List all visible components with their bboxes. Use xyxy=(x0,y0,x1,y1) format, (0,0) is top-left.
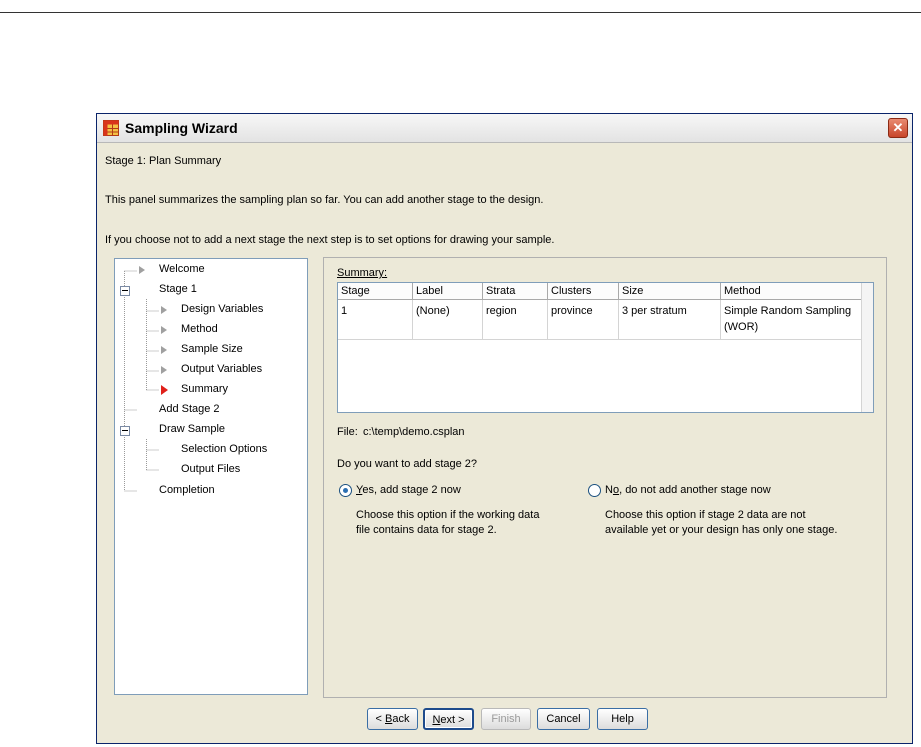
no-help-text: Choose this option if stage 2 data are n… xyxy=(605,509,838,536)
column-header-size[interactable]: Size xyxy=(619,283,721,300)
tree-item-draw-sample[interactable]: Draw Sample xyxy=(159,423,225,435)
close-button[interactable]: ✕ xyxy=(888,118,908,138)
column-header-clusters[interactable]: Clusters xyxy=(548,283,619,300)
back-button[interactable]: < Back xyxy=(367,708,418,730)
cell-label: (None) xyxy=(416,305,450,317)
tree-item-label: Output Variables xyxy=(181,363,263,375)
description-line-1: This panel summarizes the sampling plan … xyxy=(105,194,544,206)
yes-help-text: Choose this option if the working data f… xyxy=(356,509,540,536)
tree-item-selection-options[interactable]: Selection Options xyxy=(181,443,267,455)
cancel-button[interactable]: Cancel xyxy=(537,708,590,730)
step-arrow-icon xyxy=(161,326,167,334)
tree-item-label: Design Variables xyxy=(181,303,264,315)
column-header-stage[interactable]: Stage xyxy=(338,283,413,300)
column-header-method[interactable]: Method xyxy=(721,283,862,300)
collapse-stage1-icon[interactable] xyxy=(120,286,130,296)
tree-item-label: Method xyxy=(181,323,218,335)
tree-item-label: Summary xyxy=(181,383,229,395)
wizard-step-tree: Welcome Stage 1 Design Variables Method … xyxy=(114,258,308,695)
file-label: File: xyxy=(337,426,358,438)
tree-item-label: Sample Size xyxy=(181,343,243,355)
yes-radio-label[interactable]: Yes, add stage 2 now xyxy=(356,484,461,496)
step-arrow-icon xyxy=(161,366,167,374)
tree-item-label: Welcome xyxy=(159,263,205,275)
description-line-2: If you choose not to add a next stage th… xyxy=(105,234,555,246)
add-stage-question: Do you want to add stage 2? xyxy=(337,458,478,470)
cell-strata: region xyxy=(486,305,517,317)
help-button[interactable]: Help xyxy=(597,708,648,730)
collapse-draw-sample-icon[interactable] xyxy=(120,426,130,436)
tree-item-add-stage-2[interactable]: Add Stage 2 xyxy=(159,403,220,415)
cell-size: 3 per stratum xyxy=(622,305,687,317)
cell-method-line-1: Simple Random Sampling xyxy=(724,305,852,317)
window-title: Sampling Wizard xyxy=(125,120,238,136)
page-top-rule xyxy=(0,12,921,13)
no-radio[interactable] xyxy=(588,484,601,497)
no-radio-label[interactable]: No, do not add another stage now xyxy=(605,484,771,496)
finish-button: Finish xyxy=(481,708,531,730)
column-header-label[interactable]: Label xyxy=(413,283,483,300)
close-icon: ✕ xyxy=(892,120,904,135)
column-header-strata[interactable]: Strata xyxy=(483,283,548,300)
next-button[interactable]: Next > xyxy=(423,708,474,730)
stage-heading: Stage 1: Plan Summary xyxy=(105,155,222,167)
cell-method: Simple Random Sampling (WOR) xyxy=(721,301,854,337)
step-arrow-icon xyxy=(161,346,167,354)
title-bar[interactable]: Sampling Wizard ✕ xyxy=(97,114,912,143)
yes-radio[interactable] xyxy=(339,484,352,497)
sampling-wizard-dialog: Sampling Wizard ✕ Stage 1: Plan Summary … xyxy=(96,113,913,744)
current-step-arrow-icon xyxy=(161,385,168,395)
grid-app-icon xyxy=(103,120,119,136)
plan-summary-panel: Summary: Stage Label Strata Clusters Siz… xyxy=(323,257,887,698)
table-scrollbar[interactable] xyxy=(861,283,873,412)
cell-method-line-2: (WOR) xyxy=(724,321,759,333)
tree-item-completion[interactable]: Completion xyxy=(159,484,215,496)
summary-table[interactable]: Stage Label Strata Clusters Size Method … xyxy=(337,282,874,413)
step-arrow-icon xyxy=(161,306,167,314)
cell-clusters: province xyxy=(551,305,593,317)
step-arrow-icon xyxy=(139,266,145,274)
summary-label: Summary: xyxy=(337,267,388,279)
tree-item-output-files[interactable]: Output Files xyxy=(181,463,240,475)
cell-stage: 1 xyxy=(341,305,348,317)
tree-item-stage-1[interactable]: Stage 1 xyxy=(159,283,197,295)
file-path: c:\temp\demo.csplan xyxy=(363,426,465,438)
